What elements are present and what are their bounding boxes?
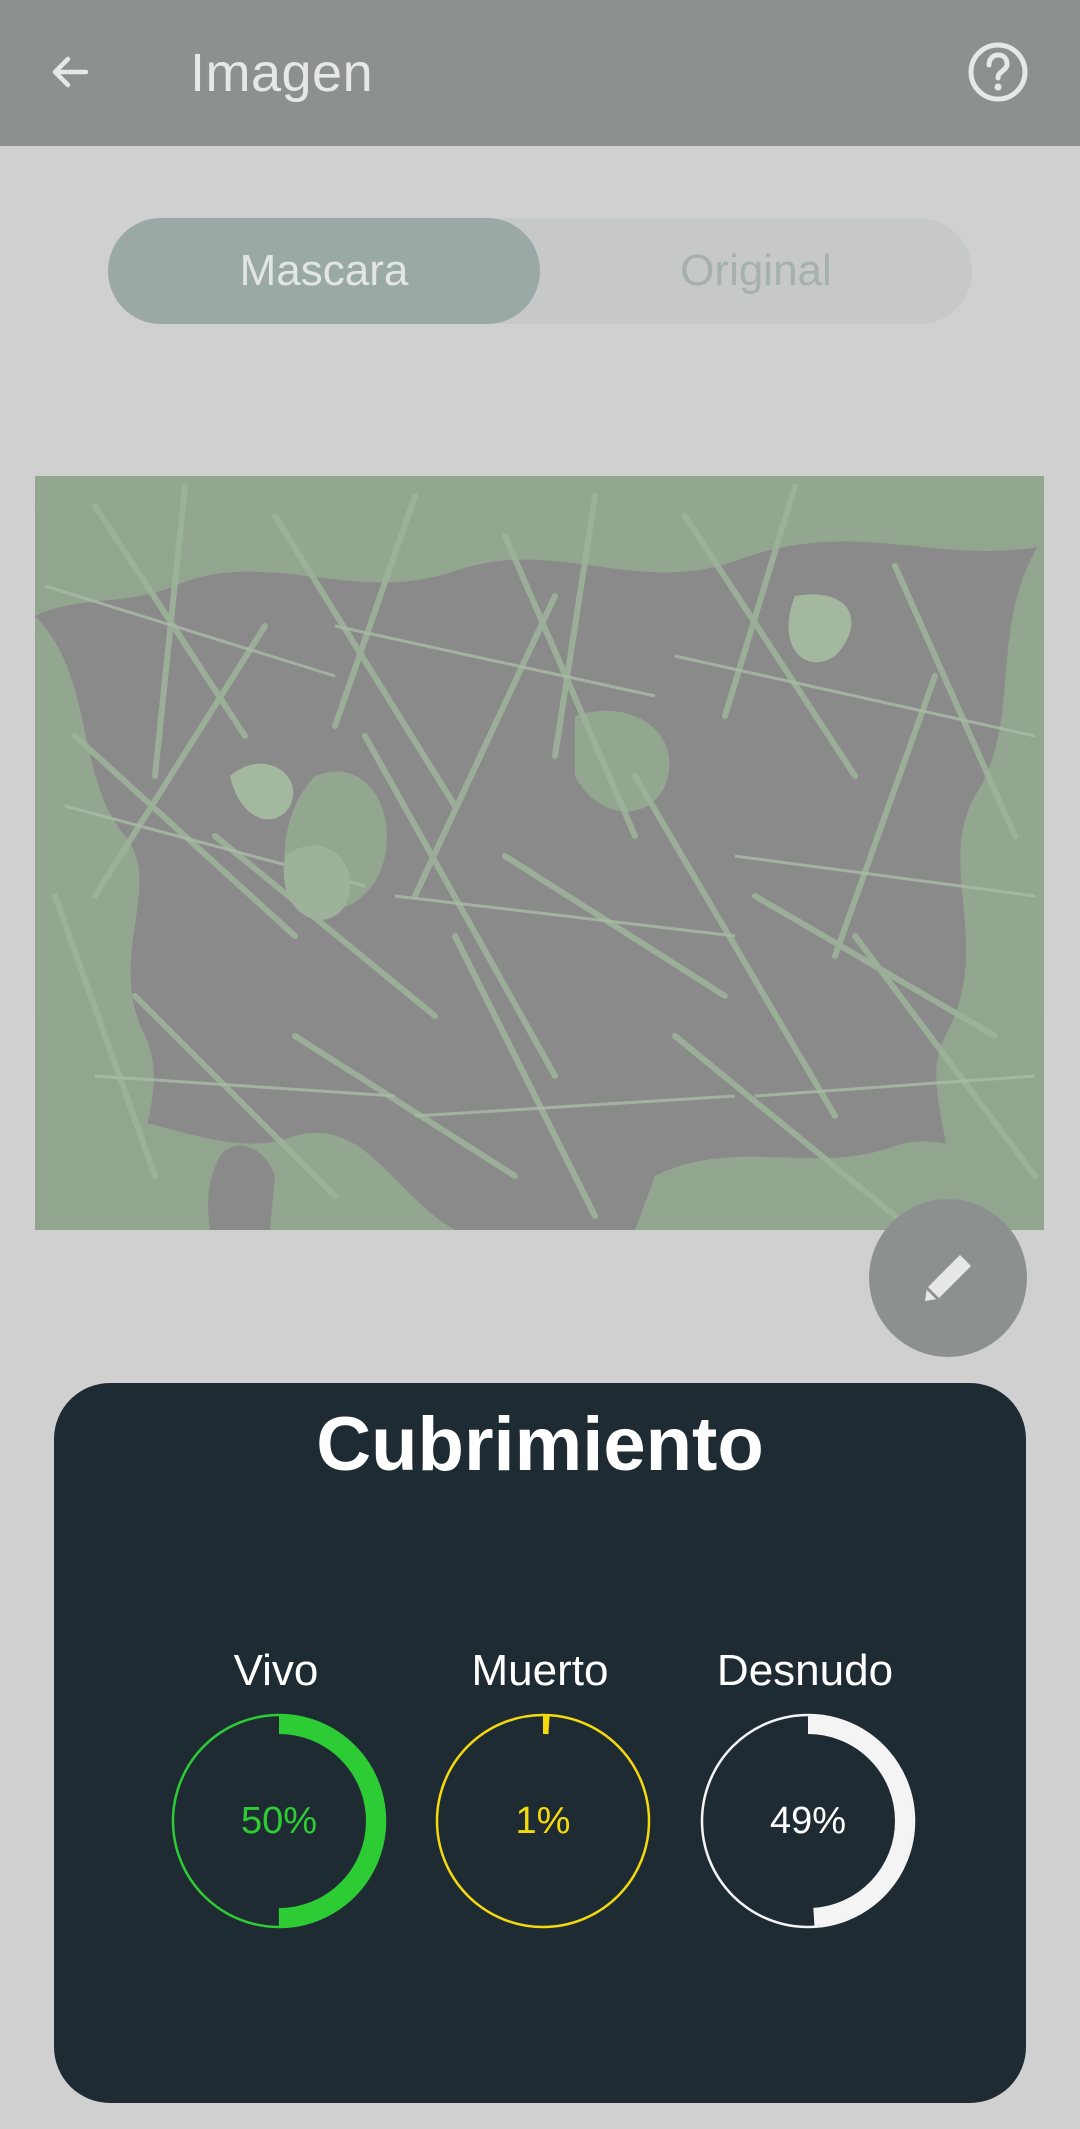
tab-original[interactable]: Original: [540, 218, 972, 324]
arrow-back-icon: [52, 56, 89, 88]
mask-image: [35, 476, 1044, 1230]
metric-label: Desnudo: [716, 1646, 894, 1695]
app-bar: Imagen: [0, 0, 1080, 146]
coverage-card: Cubrimiento Vivo 50% Muerto 1% Desnudo 4…: [54, 1383, 1026, 2103]
help-circle-icon: [968, 42, 1028, 102]
page-title: Imagen: [190, 43, 374, 103]
grass-mask-image: [35, 476, 1044, 1230]
metric-muerto: Muerto 1%: [415, 1641, 665, 1929]
metric-value: 50%: [240, 1799, 318, 1842]
card-title: Cubrimiento: [316, 1402, 764, 1487]
metric-value: 1%: [515, 1799, 571, 1842]
pencil-icon: [925, 1255, 971, 1301]
metric-desnudo: Desnudo 49%: [680, 1641, 930, 1929]
help-button[interactable]: [958, 32, 1038, 112]
tab-mascara[interactable]: Mascara: [108, 218, 540, 324]
metric-vivo: Vivo 50%: [151, 1641, 401, 1929]
metric-label: Vivo: [233, 1646, 319, 1695]
metric-label: Muerto: [471, 1646, 609, 1695]
view-toggle: Mascara Original: [108, 218, 972, 324]
metric-value: 49%: [769, 1799, 847, 1842]
edit-button[interactable]: [869, 1199, 1027, 1357]
back-button[interactable]: [30, 32, 110, 112]
